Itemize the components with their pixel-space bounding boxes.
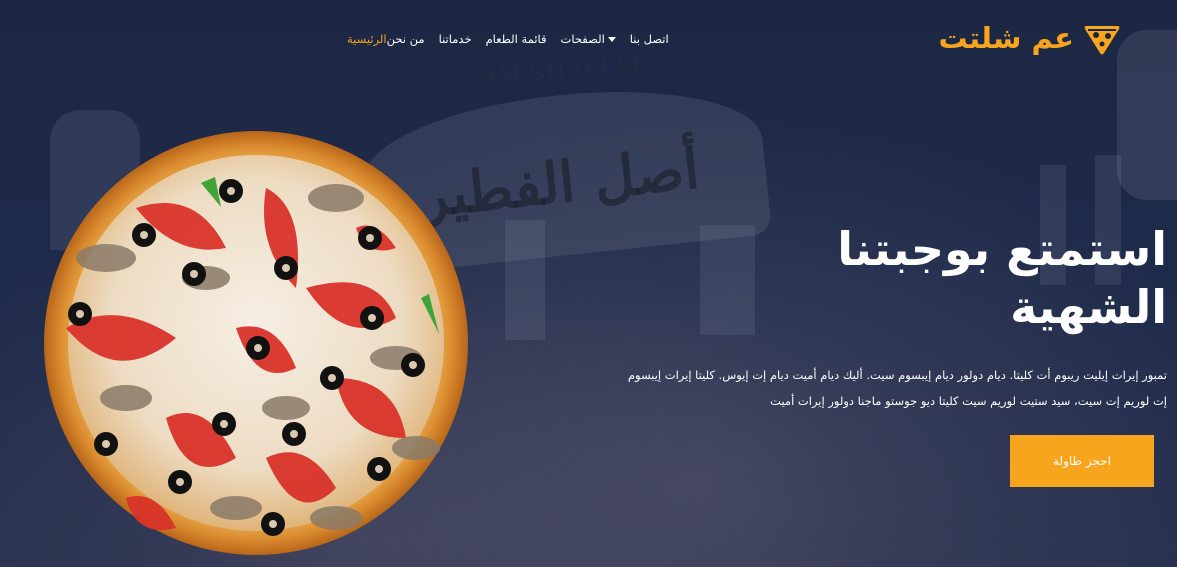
- nav-item-home[interactable]: الرئيسية: [347, 31, 387, 47]
- nav-item-about[interactable]: من نحن: [387, 31, 425, 47]
- chevron-down-icon: [607, 37, 616, 42]
- main-menu: الرئيسية من نحن خدماتنا قائمة الطعام الص…: [347, 31, 683, 47]
- hero-title-line1: استمتع بوجبتنا: [837, 222, 1167, 276]
- nav-item-menu[interactable]: قائمة الطعام: [486, 31, 547, 47]
- brand-name: عم شلتت: [938, 21, 1074, 55]
- top-navbar: عم شلتت الرئيسية من نحن خدماتنا قائمة ال…: [0, 0, 1177, 78]
- hero-description: تمبور إيرات إيليت ريبوم أت كليتا. ديام د…: [627, 368, 1167, 408]
- hero-title: استمتع بوجبتنا الشهية: [837, 220, 1167, 336]
- pizza-image: [44, 131, 468, 555]
- nav-item-pages[interactable]: الصفحات: [561, 31, 616, 47]
- pizza-slice-icon: [1084, 26, 1120, 55]
- hero-title-line2: الشهية: [1010, 280, 1167, 334]
- nav-item-contact[interactable]: اتصل بنا: [630, 31, 669, 47]
- book-table-button[interactable]: احجز طاولة: [1010, 435, 1154, 487]
- background-tower: [700, 225, 755, 335]
- nav-item-services[interactable]: خدماتنا: [439, 31, 472, 47]
- brand-logo[interactable]: عم شلتت: [938, 20, 1122, 56]
- background-tower: [505, 220, 545, 340]
